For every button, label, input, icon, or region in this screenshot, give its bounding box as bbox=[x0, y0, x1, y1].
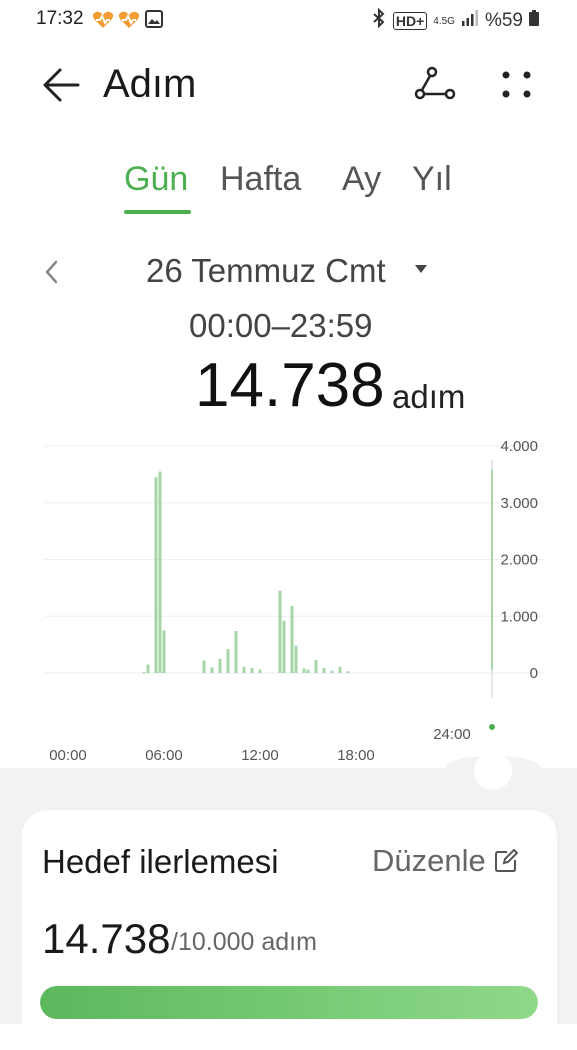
total-steps: 14.738 bbox=[195, 351, 385, 420]
route-button[interactable] bbox=[412, 64, 456, 108]
hd-icon: HD+ bbox=[392, 12, 428, 30]
chart-bar bbox=[234, 631, 238, 673]
tab-underline bbox=[124, 210, 191, 214]
status-right: HD+ 4.5G %59 bbox=[371, 7, 539, 34]
heart-notification-icon bbox=[92, 10, 114, 35]
more-options-button[interactable] bbox=[497, 64, 537, 108]
timeline-handle[interactable] bbox=[474, 752, 512, 790]
back-arrow-icon bbox=[43, 68, 80, 102]
x-tick-label: 18:00 bbox=[337, 747, 375, 764]
back-button[interactable] bbox=[40, 64, 84, 108]
chevron-left-icon bbox=[45, 260, 58, 284]
tab-month[interactable]: Ay bbox=[342, 160, 381, 199]
tab-week[interactable]: Hafta bbox=[220, 160, 301, 199]
chart-bar bbox=[242, 666, 246, 673]
chart-bar bbox=[314, 659, 318, 673]
x-tick-label: 24:00 bbox=[433, 726, 471, 743]
status-bar: 17:32 HD+ 4.5G %59 bbox=[0, 0, 577, 40]
x-tick-label: 06:00 bbox=[145, 747, 183, 764]
chart-bar bbox=[282, 620, 286, 673]
chart-bar bbox=[250, 667, 254, 673]
network-label: 4.5G bbox=[433, 15, 455, 27]
caret-down-icon[interactable] bbox=[415, 265, 427, 273]
chart-bar bbox=[162, 630, 166, 673]
chart-bar bbox=[158, 471, 162, 673]
goal-current-steps: 14.738 bbox=[42, 915, 171, 962]
status-time: 17:32 bbox=[36, 8, 84, 29]
y-tick-label: 3.000 bbox=[500, 495, 538, 512]
heart-notification-icon bbox=[118, 10, 140, 35]
steps-chart[interactable]: 4.000 3.000 2.000 1.000 0 00:00 06:00 12:00 18:… bbox=[0, 430, 577, 775]
chart-bar bbox=[330, 670, 334, 673]
goal-target: /10.000 adım bbox=[171, 928, 317, 956]
edit-goal-button[interactable]: Düzenle bbox=[372, 843, 518, 879]
x-axis-labels: 00:00 06:00 12:00 18:00 24:00 bbox=[49, 726, 471, 764]
y-tick-label: 1.000 bbox=[500, 608, 538, 625]
edit-label: Düzenle bbox=[372, 843, 486, 878]
goal-progress-fill bbox=[40, 986, 538, 1019]
y-axis-labels: 4.000 3.000 2.000 1.000 0 bbox=[500, 438, 538, 682]
chart-bar bbox=[306, 669, 310, 673]
chart-bars bbox=[142, 471, 350, 674]
chart-bar bbox=[338, 666, 342, 673]
edit-icon bbox=[494, 849, 518, 872]
chart-bar bbox=[322, 667, 326, 673]
route-icon bbox=[414, 66, 456, 100]
chart-bar bbox=[346, 671, 350, 673]
chart-grid bbox=[45, 445, 543, 674]
x-tick-label: 12:00 bbox=[241, 747, 279, 764]
goal-title: Hedef ilerlemesi bbox=[42, 843, 279, 880]
chart-bar bbox=[278, 590, 282, 673]
date-selector[interactable]: 26 Temmuz Cmt bbox=[146, 252, 386, 290]
battery-icon bbox=[529, 10, 539, 32]
chart-bar bbox=[202, 660, 206, 673]
chart-bar bbox=[294, 645, 298, 673]
current-time-dot bbox=[489, 724, 495, 730]
chart-bar bbox=[258, 669, 262, 673]
page-title: Adım bbox=[103, 62, 197, 106]
y-tick-label: 0 bbox=[530, 665, 538, 682]
chart-bar bbox=[146, 664, 150, 673]
goal-progress-bar bbox=[40, 986, 538, 1019]
previous-day-button[interactable] bbox=[36, 255, 70, 289]
x-tick-label: 00:00 bbox=[49, 747, 87, 764]
chart-bar bbox=[302, 668, 306, 673]
more-dots-icon bbox=[502, 71, 531, 98]
tab-day[interactable]: Gün bbox=[124, 160, 188, 199]
chart-bar bbox=[142, 671, 146, 674]
chart-bar bbox=[226, 649, 230, 673]
chart-bar bbox=[154, 477, 158, 673]
signal-icon bbox=[461, 10, 479, 32]
chart-bar bbox=[210, 667, 214, 673]
y-tick-label: 4.000 bbox=[500, 438, 538, 455]
time-range: 00:00–23:59 bbox=[189, 307, 373, 344]
chart-bar bbox=[290, 606, 294, 673]
gallery-notification-icon bbox=[145, 10, 163, 33]
y-tick-label: 2.000 bbox=[500, 552, 538, 569]
battery-text: %59 bbox=[484, 10, 523, 31]
chart-bar bbox=[218, 658, 222, 673]
total-steps-unit: adım bbox=[392, 378, 466, 415]
bluetooth-icon bbox=[371, 7, 387, 34]
tab-year[interactable]: Yıl bbox=[412, 160, 452, 199]
